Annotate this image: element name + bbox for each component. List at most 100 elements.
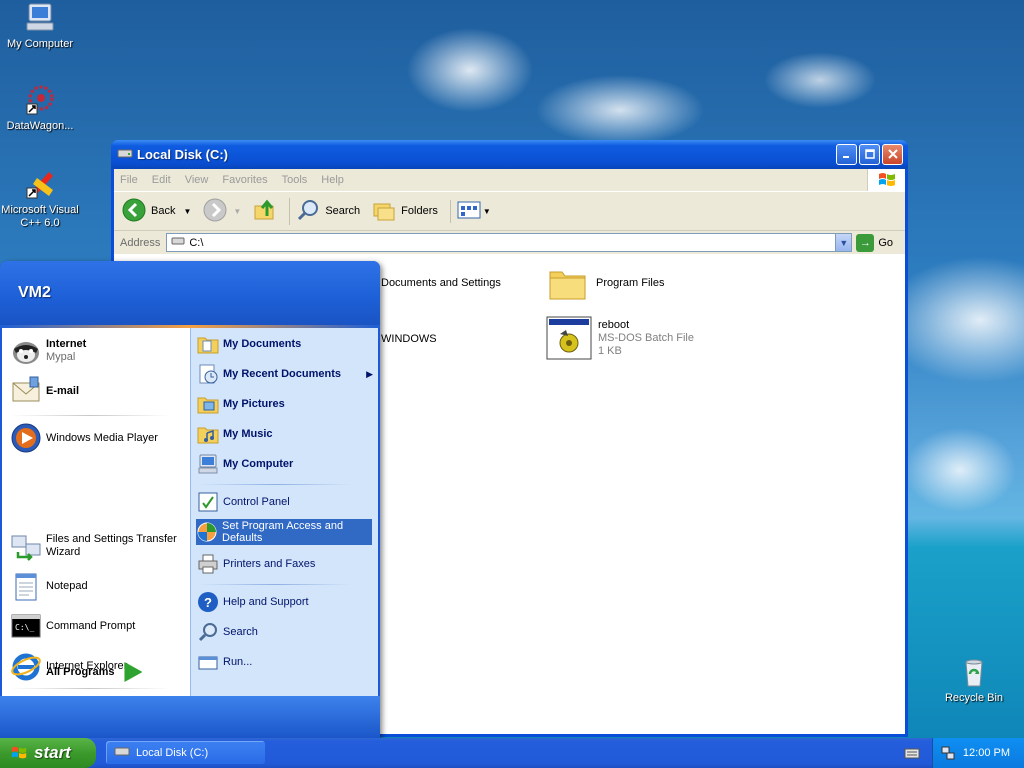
clock[interactable]: 12:00 PM: [963, 747, 1010, 759]
media-player-icon: [10, 422, 42, 454]
start-button[interactable]: start: [0, 738, 96, 768]
places-my-pictures[interactable]: My Pictures: [197, 393, 285, 415]
pinned-title: E-mail: [46, 384, 80, 397]
pinned-subtitle: Mypal: [46, 351, 76, 363]
desktop-icon-visual-cpp[interactable]: Microsoft Visual C++ 6.0: [0, 168, 80, 230]
visual-cpp-icon: [23, 168, 57, 200]
places-run[interactable]: Run...: [197, 651, 252, 673]
start-menu-footer: [0, 696, 380, 739]
places-label: Control Panel: [223, 496, 290, 508]
address-dropdown-button[interactable]: ▼: [835, 234, 852, 251]
minimize-icon: [842, 148, 851, 162]
system-tray: 12:00 PM: [932, 738, 1024, 768]
desktop-icon-datawagon[interactable]: DataWagon...: [0, 84, 80, 133]
recent-notepad[interactable]: Notepad: [10, 570, 88, 602]
places-help[interactable]: ? Help and Support: [197, 591, 309, 613]
minimize-button[interactable]: [836, 144, 857, 165]
file-item[interactable]: Documents and Settings: [381, 277, 501, 289]
recent-label: Command Prompt: [46, 619, 136, 632]
start-label: start: [34, 743, 71, 762]
window-titlebar[interactable]: Local Disk (C:): [111, 140, 908, 169]
places-recent-documents[interactable]: My Recent Documents ▶: [197, 363, 373, 385]
address-value: C:\: [189, 236, 204, 249]
go-label: Go: [878, 236, 894, 249]
back-dropdown-icon[interactable]: ▼: [183, 207, 191, 216]
datawagon-icon: [23, 84, 57, 116]
menu-view[interactable]: View: [185, 174, 209, 186]
places-label: Set Program Access and Defaults: [222, 520, 344, 544]
search-button[interactable]: Search: [289, 197, 360, 225]
places-printers[interactable]: Printers and Faxes: [197, 553, 315, 575]
folder-up-icon: [253, 198, 277, 225]
maximize-button[interactable]: [859, 144, 880, 165]
places-label: Search: [223, 626, 258, 638]
places-search[interactable]: Search: [197, 621, 258, 643]
back-label: Back: [151, 205, 176, 217]
places-label: My Recent Documents: [223, 368, 341, 380]
svg-text:C:\_: C:\_: [15, 623, 34, 632]
chevron-down-icon: ▼: [839, 237, 849, 248]
window-title: Local Disk (C:): [137, 147, 229, 162]
places-my-computer[interactable]: My Computer: [197, 453, 293, 475]
back-arrow-icon: [122, 198, 146, 225]
recent-command-prompt[interactable]: C:\_ Command Prompt: [10, 610, 135, 642]
drive-icon: [171, 236, 185, 249]
recent-media-player[interactable]: Windows Media Player: [10, 422, 158, 454]
printers-icon: [197, 553, 219, 575]
desktop-icon-my-computer[interactable]: My Computer: [0, 2, 80, 51]
command-prompt-icon: C:\_: [10, 610, 42, 642]
menu-file[interactable]: File: [120, 174, 138, 186]
drive-icon: [117, 147, 133, 162]
file-name: reboot: [598, 319, 630, 331]
menu-edit[interactable]: Edit: [152, 174, 171, 186]
search-icon: [296, 198, 320, 225]
up-button[interactable]: [253, 198, 277, 225]
toolbar: Back ▼ ▼ Search Folders ▼: [114, 191, 905, 231]
all-programs-button[interactable]: All Programs: [46, 662, 143, 682]
views-icon: [457, 200, 481, 223]
my-pictures-icon: [197, 393, 219, 415]
menu-help[interactable]: Help: [321, 174, 344, 186]
recent-label: Windows Media Player: [46, 431, 158, 444]
drive-icon: [114, 745, 130, 760]
start-menu-right-pane: My Documents My Recent Documents ▶ My Pi…: [190, 328, 378, 696]
places-program-access[interactable]: Set Program Access and Defaults: [196, 519, 372, 545]
pinned-internet[interactable]: Internet Mypal: [10, 335, 86, 367]
recent-transfer-wizard-row[interactable]: Files and Settings Transfer Wizard: [10, 530, 181, 562]
search-icon: [197, 621, 219, 643]
views-button[interactable]: ▼: [449, 199, 491, 223]
address-input[interactable]: C:\ ▼: [166, 233, 853, 252]
places-control-panel[interactable]: Control Panel: [197, 491, 290, 513]
network-icon[interactable]: [941, 746, 955, 760]
file-item[interactable]: reboot MS-DOS Batch File 1 KB: [546, 316, 694, 363]
arrow-right-icon: [124, 662, 143, 682]
file-item[interactable]: Program Files: [548, 264, 664, 305]
places-my-documents[interactable]: My Documents: [197, 333, 301, 355]
pinned-email[interactable]: E-mail: [10, 375, 79, 407]
recent-label: Files and Settings Transfer Wizard: [46, 533, 177, 558]
close-button[interactable]: [882, 144, 903, 165]
maximize-icon: [864, 148, 875, 162]
program-access-icon: [196, 521, 218, 543]
forward-button[interactable]: ▼: [203, 198, 241, 225]
my-computer-icon: [197, 453, 219, 475]
taskbar-item-local-disk[interactable]: Local Disk (C:): [106, 741, 265, 764]
menu-tools[interactable]: Tools: [282, 174, 308, 186]
menu-favorites[interactable]: Favorites: [222, 174, 267, 186]
places-label: My Documents: [223, 338, 302, 350]
places-divider: [199, 484, 351, 485]
places-label: My Pictures: [223, 398, 285, 410]
taskbar-item-label: Local Disk (C:): [136, 746, 209, 759]
pinned-title: Internet: [46, 338, 87, 350]
start-menu-left-pane: Internet Mypal E-mail Windows Media Play…: [2, 328, 190, 696]
go-button[interactable]: → Go: [856, 233, 894, 252]
folders-button[interactable]: Folders: [372, 198, 438, 225]
start-menu-header: VM2: [0, 261, 380, 325]
places-label: Help and Support: [223, 596, 309, 608]
back-button[interactable]: Back ▼: [122, 198, 191, 225]
places-my-music[interactable]: My Music: [197, 423, 273, 445]
recent-label: Notepad: [46, 579, 88, 592]
desktop-icon-recycle-bin[interactable]: Recycle Bin: [934, 656, 1014, 705]
file-item[interactable]: WINDOWS: [381, 333, 437, 345]
keyboard-icon[interactable]: [904, 747, 920, 762]
